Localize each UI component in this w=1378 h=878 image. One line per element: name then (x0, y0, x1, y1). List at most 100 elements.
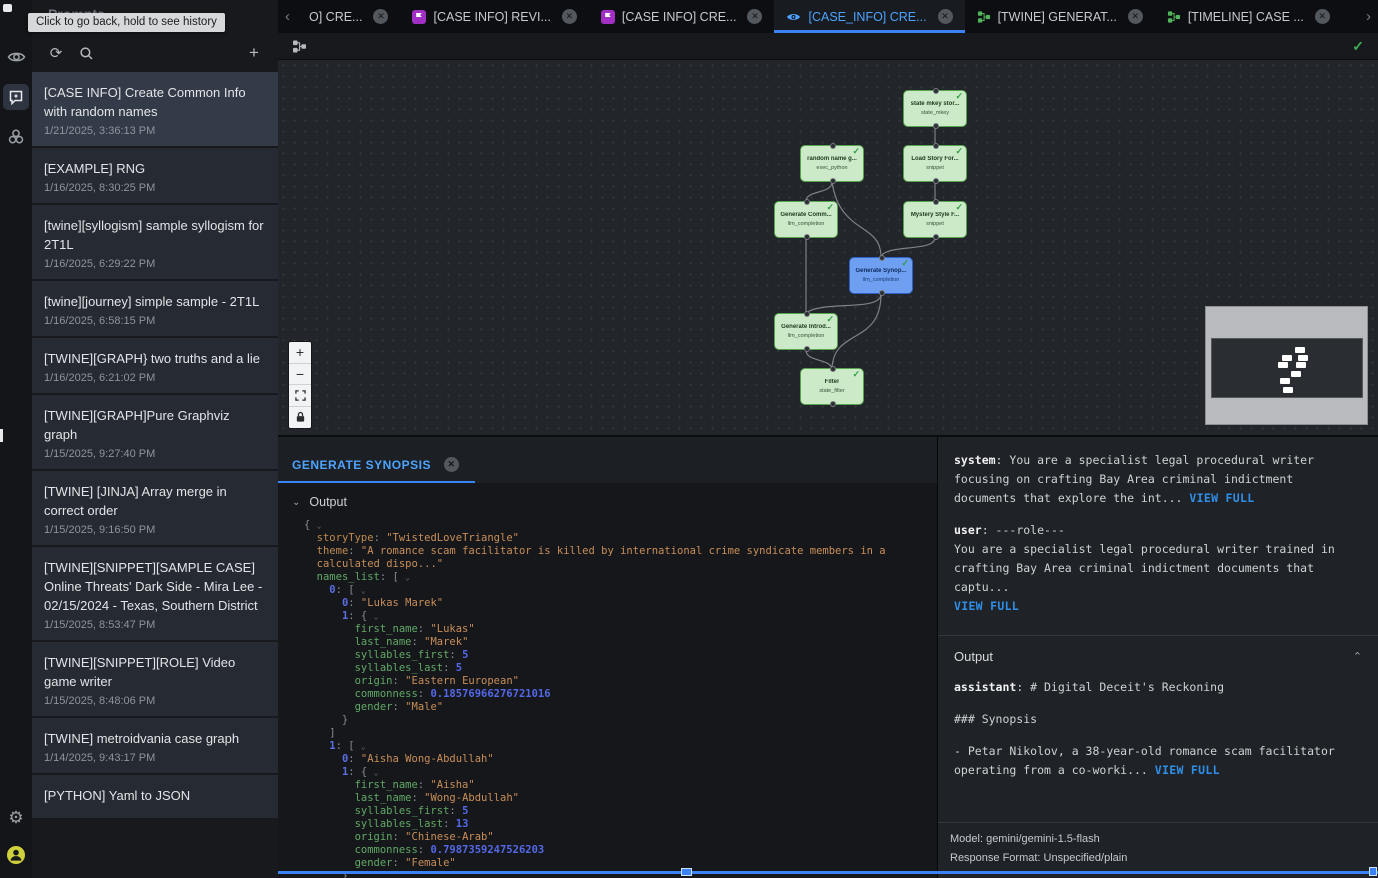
chevron-right-icon[interactable]: › (1359, 0, 1378, 33)
left-edge-resize-handle[interactable] (0, 429, 3, 442)
editor-tab[interactable]: [TWINE] GENERAT... ✕ (965, 0, 1155, 33)
settings-gear-icon[interactable]: ⚙ (3, 804, 29, 830)
json-token: 0.7987359247526203 (430, 844, 544, 856)
prompt-list-item[interactable]: [CASE INFO] Create Common Info with rand… (32, 72, 278, 146)
graph-node[interactable]: ✓random name g...exec_python (800, 145, 864, 182)
json-token: : (443, 818, 456, 830)
editor-tab-active[interactable]: [CASE_INFO] CRE... ✕ (774, 0, 964, 33)
graph-node[interactable]: ✓Load Story For...snippet (903, 145, 967, 182)
prompt-date: 1/16/2025, 8:30:25 PM (44, 182, 266, 194)
json-token: : (418, 688, 431, 700)
json-token: : (348, 753, 361, 765)
close-icon[interactable]: ✕ (562, 9, 577, 24)
view-full-link[interactable]: VIEW FULL (954, 599, 1019, 613)
prompt-list-item[interactable]: [TWINE][SNIPPET][SAMPLE CASE] Online Thr… (32, 547, 278, 640)
message-list: system: You are a specialist legal proce… (938, 437, 1378, 635)
json-token: "Eastern European" (405, 675, 519, 687)
json-line: origin: "Chinese-Arab" (304, 831, 937, 844)
search-icon[interactable] (76, 43, 96, 63)
add-prompt-button[interactable]: + (244, 43, 264, 63)
prompt-list-item[interactable]: [PYTHON] Yaml to JSON (32, 775, 278, 818)
panel-resize-grip-right[interactable] (1369, 867, 1377, 876)
minimap[interactable] (1205, 306, 1368, 425)
close-icon[interactable]: ✕ (373, 9, 388, 24)
prompts-icon[interactable] (3, 84, 29, 110)
graph-node[interactable]: ✓Generate Introd...llm_completion (774, 313, 838, 350)
json-token (304, 610, 342, 622)
flag-icon (412, 10, 426, 24)
close-icon[interactable]: ✕ (1128, 9, 1143, 24)
json-token (304, 623, 355, 635)
graph-node[interactable]: ✓state mkey stor...state_mkey (903, 90, 967, 127)
editor-tab[interactable]: [CASE INFO] REVI...✕ (400, 0, 588, 33)
prompt-list-item[interactable]: [TWINE][GRAPH]Pure Graphviz graph1/15/20… (32, 395, 278, 469)
prompt-title: [TWINE] metroidvania case graph (44, 729, 266, 748)
output-section-header[interactable]: ⌄ Output (292, 495, 937, 509)
json-tree[interactable]: { ⌄ storyType: "TwistedLoveTriangle" the… (304, 519, 937, 878)
prompt-list-item[interactable]: [twine][syllogism] sample syllogism for … (32, 205, 278, 279)
json-token: 5 (456, 662, 462, 674)
graph-node[interactable]: ✓Mystery Style F...snippet (903, 201, 967, 238)
graph-node[interactable]: ✓Generate Comm...llm_completion (774, 201, 838, 238)
model-line: Model: gemini/gemini-1.5-flash (950, 830, 1366, 849)
json-line: first_name: "Lukas" (304, 623, 937, 636)
prompt-list-item[interactable]: [twine][journey] simple sample - 2T1L1/1… (32, 281, 278, 336)
json-token: ⌄ (361, 586, 366, 595)
prompt-list-item[interactable]: [TWINE][GRAPH} two truths and a lie1/16/… (32, 338, 278, 393)
chevron-up-icon[interactable]: ⌃ (1353, 650, 1362, 663)
prompt-list-item[interactable]: [TWINE] [JINJA] Array merge in correct o… (32, 471, 278, 545)
graph-node[interactable]: ✓Generate Synop...llm_completion (849, 257, 913, 294)
graph-node[interactable]: ✓Filterstate_filter (800, 368, 864, 405)
close-icon[interactable]: ✕ (938, 9, 953, 24)
close-icon[interactable]: ✕ (747, 9, 762, 24)
close-icon[interactable]: ✕ (444, 457, 459, 472)
json-token: "Wong-Abdullah" (424, 792, 519, 804)
editor-tab[interactable]: [TIMELINE] CASE ...✕ (1155, 0, 1342, 33)
view-full-link[interactable]: VIEW FULL (1189, 491, 1254, 505)
prompt-list-item[interactable]: [TWINE][SNIPPET][ROLE] Video game writer… (32, 642, 278, 716)
prompt-title: [twine][journey] simple sample - 2T1L (44, 292, 266, 311)
json-token: : [ (336, 584, 361, 596)
zoom-in-button[interactable]: + (289, 342, 311, 364)
json-token: origin (355, 831, 393, 843)
editor-tab[interactable]: [CASE INFO] CRE... ✕ (589, 0, 775, 33)
json-token: gender (355, 857, 393, 869)
account-avatar-icon[interactable] (3, 842, 29, 868)
lock-button[interactable] (289, 407, 311, 429)
json-token: storyType (317, 532, 374, 544)
json-token (304, 558, 317, 570)
prompt-list-item[interactable]: [EXAMPLE] RNG1/16/2025, 8:30:25 PM (32, 148, 278, 203)
zoom-out-button[interactable]: − (289, 364, 311, 386)
fit-view-button[interactable] (289, 385, 311, 407)
editor-tab[interactable]: O] CRE...✕ (297, 0, 400, 33)
json-line: theme: "A romance scam facilitator is ki… (304, 545, 937, 558)
json-token: "Female" (405, 857, 456, 869)
prompt-date: 1/15/2025, 8:53:47 PM (44, 619, 266, 631)
prompt-date: 1/21/2025, 3:36:13 PM (44, 125, 266, 137)
json-line: gender: "Male" (304, 701, 937, 714)
tab-generate-synopsis[interactable]: GENERATE SYNOPSIS ✕ (278, 457, 475, 483)
json-line: { ⌄ (304, 519, 937, 532)
json-line: commonness: 0.18576966276721016 (304, 688, 937, 701)
flows-icon[interactable] (3, 124, 29, 150)
bottom-resize-grip[interactable] (681, 868, 692, 876)
bottom-resize-bar[interactable] (278, 871, 1378, 874)
json-token: : (374, 532, 387, 544)
tab-label: [CASE_INFO] CRE... (808, 10, 926, 24)
minimap-node (1298, 355, 1308, 361)
minimap-node (1282, 355, 1292, 361)
back-button[interactable] (3, 4, 12, 12)
node-graph-canvas[interactable]: ✓state mkey stor...state_mkey ✓random nam… (278, 60, 1378, 435)
eye-icon[interactable] (3, 44, 29, 70)
workflow-icon[interactable] (292, 39, 307, 54)
tab-label: [CASE INFO] CRE... (622, 10, 737, 24)
chevron-left-icon[interactable]: ‹ (278, 0, 297, 33)
json-token: first_name (355, 779, 418, 791)
view-full-link[interactable]: VIEW FULL (1155, 763, 1220, 777)
close-icon[interactable]: ✕ (1315, 9, 1330, 24)
refresh-icon[interactable]: ⟳ (46, 43, 66, 63)
prompt-list-item[interactable]: [TWINE] metroidvania case graph1/14/2025… (32, 718, 278, 773)
json-token (304, 584, 329, 596)
tab-label: [TWINE] GENERAT... (998, 10, 1117, 24)
json-line: last_name: "Marek" (304, 636, 937, 649)
